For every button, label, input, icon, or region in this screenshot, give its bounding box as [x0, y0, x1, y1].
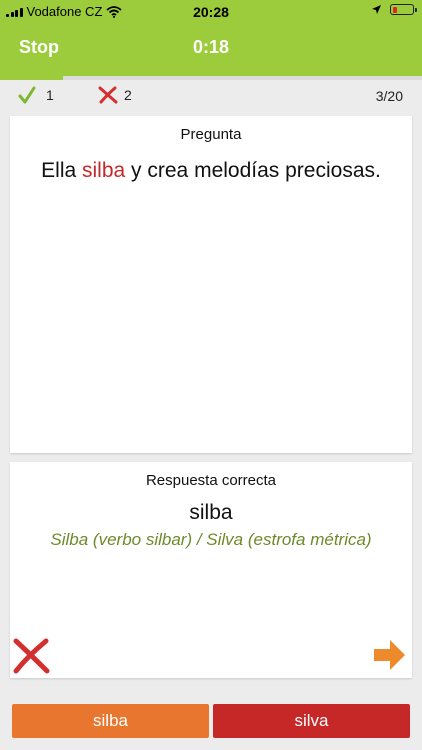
choice-button-left[interactable]: silba: [12, 704, 209, 738]
question-sentence: Ella silba y crea melodías preciosas.: [10, 159, 412, 183]
battery-icon: [390, 4, 417, 15]
question-label: Pregunta: [180, 126, 242, 143]
question-highlight-word: silba: [82, 159, 126, 182]
quiz-timer: 0:18: [192, 37, 230, 57]
score-row: 1 2 3/20: [0, 84, 422, 108]
wrong-score: 2: [98, 86, 132, 104]
correct-score: 1: [18, 86, 54, 104]
choice-button-right[interactable]: silva: [213, 704, 410, 738]
progress-fill: [0, 76, 64, 80]
top-header: Vodafone CZ 20:28 Stop 0:18: [0, 0, 422, 78]
status-bar: Vodafone CZ 20:28: [0, 0, 422, 24]
wrong-mark-icon[interactable]: [12, 638, 50, 674]
question-text-after: y crea melodías preciosas.: [125, 159, 381, 182]
answer-label: Respuesta correcta: [145, 472, 277, 489]
question-card: Pregunta Ella silba y crea melodías prec…: [10, 116, 412, 453]
wrong-count: 2: [124, 87, 132, 103]
correct-count: 1: [46, 87, 54, 103]
question-counter: 3/20: [375, 88, 403, 104]
location-icon: [372, 5, 381, 14]
progress-bar: [0, 76, 422, 80]
next-arrow-icon[interactable]: [372, 638, 406, 672]
answer-card: Respuesta correcta silba Silba (verbo si…: [10, 462, 412, 678]
cross-icon: [98, 86, 118, 104]
status-time: 20:28: [193, 4, 229, 20]
status-right: [371, 4, 417, 15]
question-text-before: Ella: [41, 159, 83, 182]
checkmark-icon: [18, 86, 36, 104]
answer-explanation: Silba (verbo silbar) / Silva (estrofa mé…: [50, 530, 372, 549]
correct-answer-word: silba: [189, 501, 233, 524]
